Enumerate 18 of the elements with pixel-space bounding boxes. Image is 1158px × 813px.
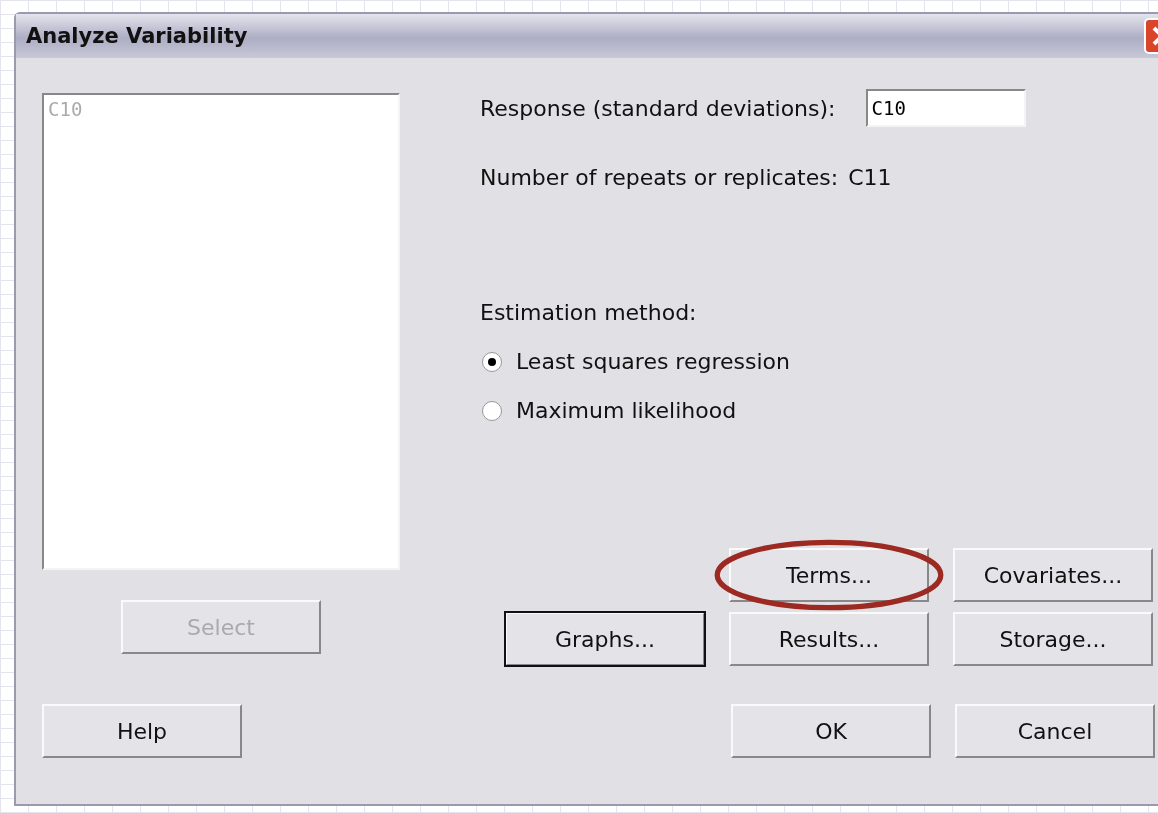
help-button[interactable]: Help xyxy=(42,704,242,758)
radio-button[interactable] xyxy=(482,351,502,372)
repeats-value: C11 xyxy=(848,165,892,190)
estimation-label: Estimation method: xyxy=(480,300,698,325)
option-button[interactable]: Covariates... xyxy=(953,548,1153,602)
response-field[interactable]: C10 xyxy=(865,89,1026,127)
dialog-button[interactable]: Cancel xyxy=(955,704,1155,758)
radio-button[interactable] xyxy=(482,400,502,421)
dialog-button[interactable]: OK xyxy=(731,704,931,758)
option-button[interactable]: Graphs... xyxy=(505,612,705,666)
option-button[interactable]: Terms... xyxy=(729,548,929,602)
option-button[interactable]: Storage... xyxy=(953,612,1153,666)
option-button[interactable]: Results... xyxy=(729,612,929,666)
window-title: Analyze Variability xyxy=(26,24,248,48)
repeats-label: Number of repeats or replicates: xyxy=(480,165,839,190)
radio-label[interactable]: Least squares regression xyxy=(516,349,790,374)
response-label: Response (standard deviations): xyxy=(480,95,836,121)
radio-label[interactable]: Maximum likelihood xyxy=(516,398,737,423)
